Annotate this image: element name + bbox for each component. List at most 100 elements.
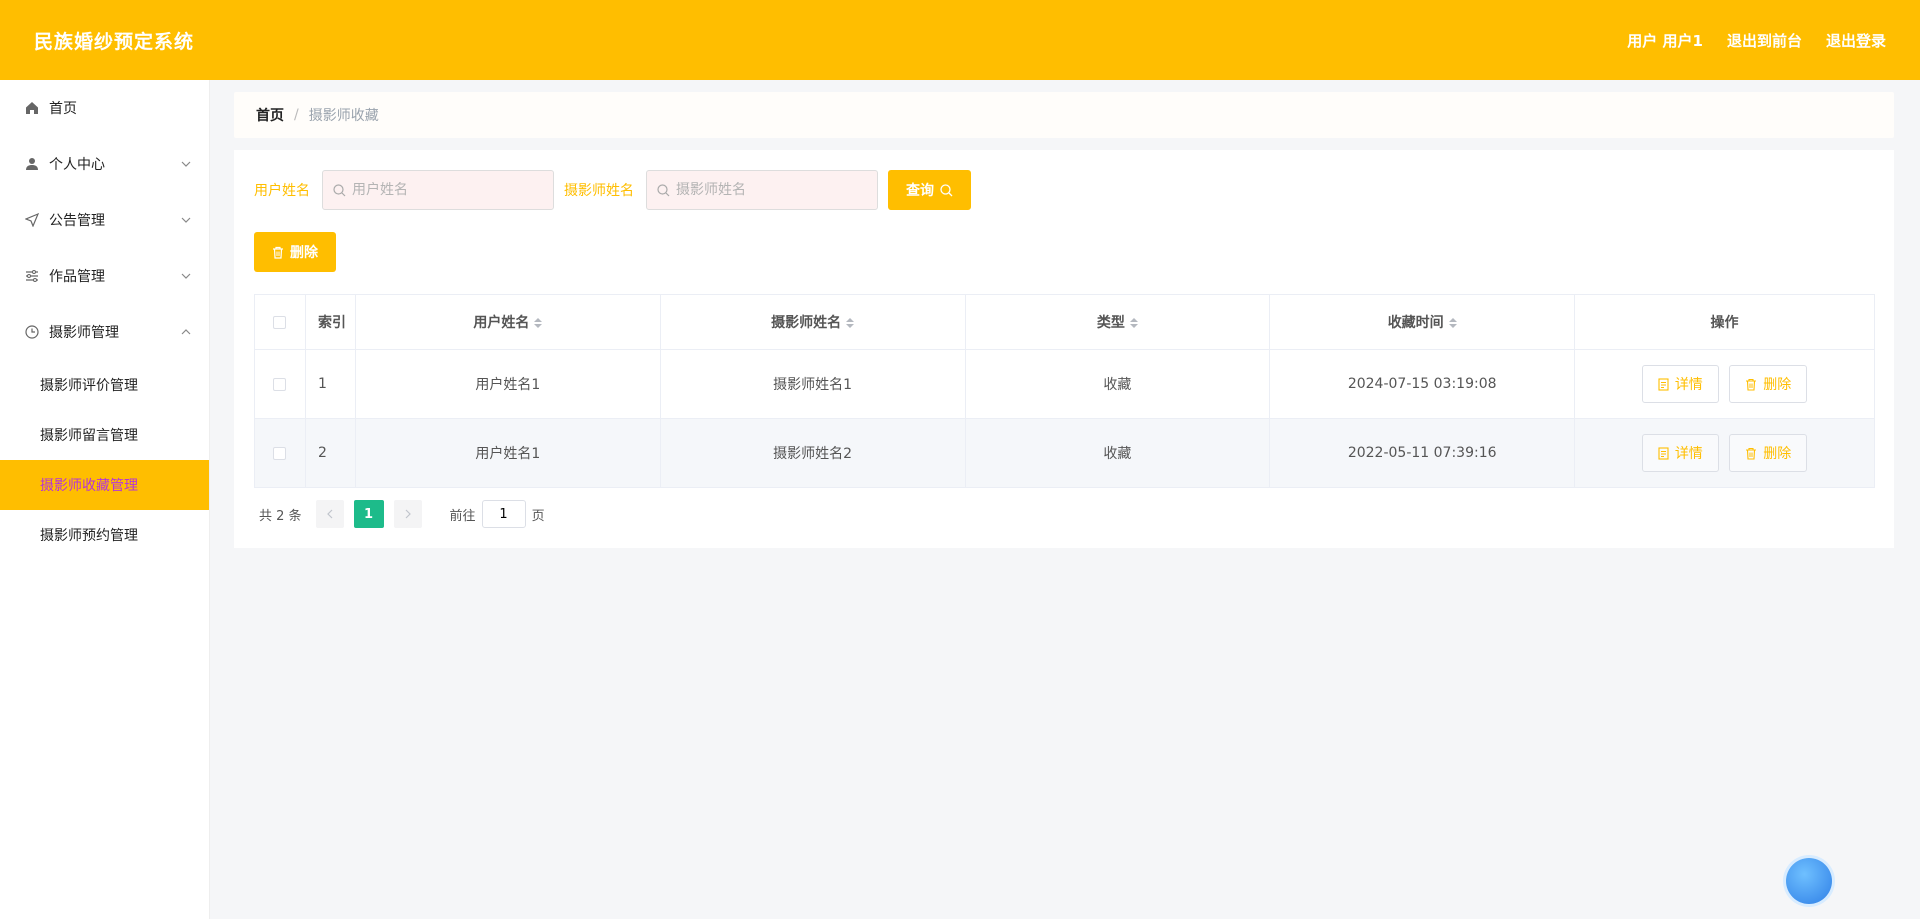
document-icon — [1658, 377, 1669, 391]
delete-button-label: 删除 — [1763, 446, 1792, 462]
header-time-label: 收藏时间 — [1387, 315, 1444, 331]
cell-photographer-name: 摄影师姓名1 — [659, 349, 966, 419]
page-number-current[interactable]: 1 — [353, 500, 384, 528]
search-icon — [333, 183, 346, 196]
sidebar-item-notice[interactable]: 公告管理 — [0, 192, 209, 248]
table-row: 2 用户姓名1 摄影师姓名2 收藏 2022-05-11 07:39:16 详情… — [254, 418, 1875, 488]
sidebar-item-label: 首页 — [49, 101, 77, 117]
sidebar-item-label: 摄影师管理 — [49, 325, 119, 341]
cell-type: 收藏 — [964, 349, 1271, 419]
sidebar-subitem-favorite[interactable]: 摄影师收藏管理 — [0, 460, 209, 510]
current-user-label[interactable]: 用户 用户1 — [1627, 30, 1703, 51]
detail-button[interactable]: 详情 — [1641, 434, 1719, 472]
cell-index: 1 — [304, 349, 356, 419]
cell-photographer-name: 摄影师姓名2 — [659, 418, 966, 488]
breadcrumb-home[interactable]: 首页 — [256, 105, 284, 125]
clock-icon — [24, 324, 40, 340]
sort-icon[interactable] — [846, 318, 855, 328]
select-all-checkbox[interactable] — [273, 315, 287, 329]
app-title: 民族婚纱预定系统 — [34, 30, 195, 53]
document-icon — [1658, 446, 1669, 460]
trash-icon — [1746, 447, 1757, 460]
sort-icon[interactable] — [1448, 318, 1457, 328]
pagination: 共 2 条 1 前往 页 — [259, 500, 545, 528]
detail-button[interactable]: 详情 — [1641, 365, 1719, 403]
sidebar: 首页 个人中心 公告管理 作品管理 摄影师管理 摄影师评价管理 摄影师留言管理 … — [0, 80, 210, 919]
chevron-up-icon — [181, 329, 191, 335]
send-icon — [24, 212, 40, 228]
sliders-icon — [24, 268, 40, 284]
cell-type: 收藏 — [964, 418, 1271, 488]
header-photographer-name[interactable]: 摄影师姓名 — [659, 294, 966, 350]
table-row: 1 用户姓名1 摄影师姓名1 收藏 2024-07-15 03:19:08 详情… — [254, 349, 1875, 419]
sidebar-subitem-message[interactable]: 摄影师留言管理 — [0, 410, 209, 460]
goto-page-input[interactable] — [481, 500, 526, 528]
detail-button-label: 详情 — [1674, 377, 1703, 393]
total-count: 共 2 条 — [259, 508, 302, 524]
header-actions: 用户 用户1 退出到前台 退出登录 — [1627, 30, 1886, 51]
breadcrumb-separator: / — [294, 107, 299, 123]
query-button-label: 查询 — [906, 183, 934, 199]
table-header-row: 索引 用户姓名 摄影师姓名 类型 收藏时间 操作 — [254, 294, 1875, 350]
delete-button[interactable]: 删除 — [1729, 434, 1808, 472]
home-icon — [24, 100, 40, 116]
sidebar-item-photographer[interactable]: 摄影师管理 — [0, 304, 209, 360]
header-type[interactable]: 类型 — [964, 294, 1271, 350]
header-ops: 操作 — [1574, 294, 1875, 350]
photographer-name-field[interactable] — [646, 170, 878, 210]
breadcrumb-current: 摄影师收藏 — [308, 108, 379, 124]
search-icon — [657, 183, 670, 196]
header-index: 索引 — [304, 294, 356, 350]
cell-time: 2024-07-15 03:19:08 — [1269, 349, 1576, 419]
goto-label: 前往 — [449, 508, 476, 524]
sidebar-item-personal-center[interactable]: 个人中心 — [0, 136, 209, 192]
user-name-label: 用户姓名 — [254, 183, 310, 199]
batch-delete-button[interactable]: 删除 — [254, 232, 336, 272]
cell-user-name: 用户姓名1 — [354, 349, 661, 419]
delete-button[interactable]: 删除 — [1729, 365, 1808, 403]
header-user-name[interactable]: 用户姓名 — [354, 294, 661, 350]
chevron-left-icon — [326, 509, 332, 519]
row-checkbox[interactable] — [273, 377, 287, 391]
row-select[interactable] — [254, 349, 306, 419]
cell-ops: 详情 删除 — [1574, 349, 1875, 419]
user-name-field[interactable] — [322, 170, 554, 210]
prev-page-button[interactable] — [315, 500, 344, 528]
row-checkbox[interactable] — [273, 446, 287, 460]
header-time[interactable]: 收藏时间 — [1269, 294, 1576, 350]
detail-button-label: 详情 — [1674, 446, 1703, 462]
search-form: 用户姓名 摄影师姓名 查询 — [254, 170, 971, 210]
sidebar-item-label: 公告管理 — [49, 213, 105, 229]
header-photographer-name-label: 摄影师姓名 — [771, 315, 842, 331]
floating-assistant-button[interactable] — [1786, 858, 1832, 904]
row-select[interactable] — [254, 418, 306, 488]
header-user-name-label: 用户姓名 — [473, 315, 530, 331]
sort-icon[interactable] — [1129, 318, 1138, 328]
query-button[interactable]: 查询 — [888, 170, 971, 210]
sidebar-subitem-review[interactable]: 摄影师评价管理 — [0, 360, 209, 410]
top-header: 民族婚纱预定系统 用户 用户1 退出到前台 退出登录 — [0, 0, 1920, 80]
favorites-table: 索引 用户姓名 摄影师姓名 类型 收藏时间 操作 1 用户姓名1 摄影师姓名1 … — [254, 294, 1875, 488]
sidebar-item-home[interactable]: 首页 — [0, 80, 209, 136]
chevron-down-icon — [181, 273, 191, 279]
batch-delete-label: 删除 — [290, 245, 318, 261]
breadcrumb: 首页 / 摄影师收藏 — [234, 92, 1894, 138]
next-page-button[interactable] — [393, 500, 422, 528]
sidebar-item-works[interactable]: 作品管理 — [0, 248, 209, 304]
page-suffix: 页 — [531, 508, 545, 524]
chevron-right-icon — [405, 509, 411, 519]
header-type-label: 类型 — [1096, 315, 1125, 331]
delete-button-label: 删除 — [1763, 377, 1792, 393]
user-name-input[interactable] — [352, 182, 532, 198]
sort-icon[interactable] — [534, 318, 543, 328]
photographer-name-input[interactable] — [676, 182, 856, 198]
main-content: 首页 / 摄影师收藏 用户姓名 摄影师姓名 查询 删除 — [234, 92, 1894, 548]
sidebar-item-label: 作品管理 — [49, 269, 105, 285]
sidebar-subitem-booking[interactable]: 摄影师预约管理 — [0, 510, 209, 560]
logout-link[interactable]: 退出登录 — [1826, 30, 1886, 51]
header-select-all[interactable] — [254, 294, 306, 350]
trash-icon — [1746, 378, 1757, 391]
search-icon — [940, 183, 953, 196]
exit-to-front-link[interactable]: 退出到前台 — [1727, 30, 1802, 51]
chevron-down-icon — [181, 161, 191, 167]
